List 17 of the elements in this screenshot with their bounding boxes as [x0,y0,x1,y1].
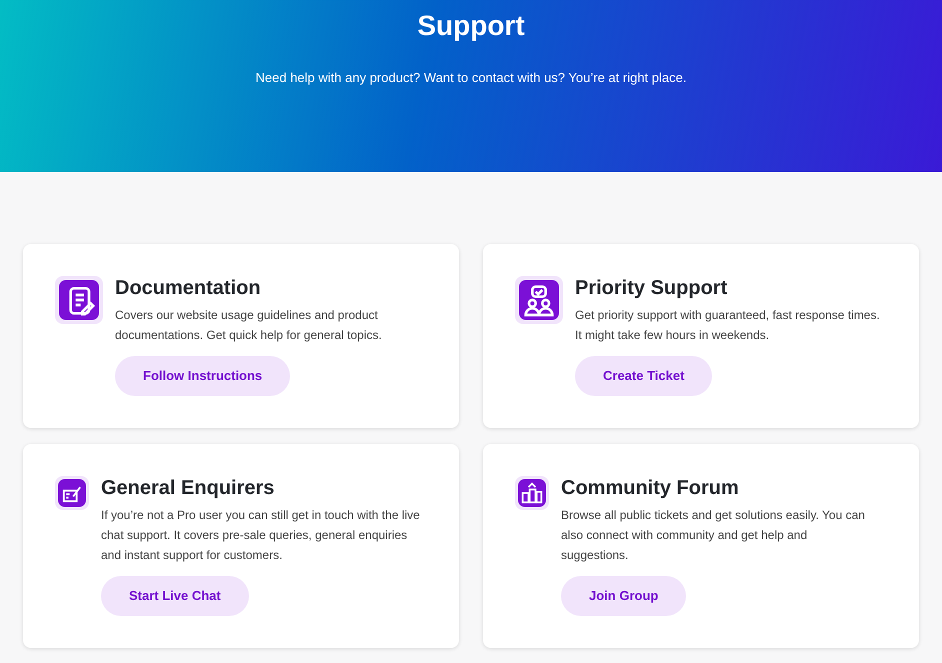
action-button[interactable]: Join Group [561,576,686,616]
action-button[interactable]: Create Ticket [575,356,712,396]
card-title: Documentation [115,276,261,300]
people-icon [515,276,563,324]
card-description: If you’re not a Pro user you can still get in touch with the live chat support. It covers pre-sale queries, general enquiries and instant support for customers. [101,507,420,564]
document-pencil-icon [55,276,103,324]
pen-paper-icon [55,476,89,510]
card-description: Get priority support with guaranteed, fast response times. It might take few hours in weekends. [575,307,880,344]
action-button[interactable]: Start Live Chat [101,576,249,616]
card-title: General Enquirers [101,476,274,500]
page-title: Support [417,9,525,43]
card-description: Browse all public tickets and get solutions easily. You can also connect with community and get help and suggestions. [561,507,865,564]
card-title: Community Forum [561,476,739,500]
card-title: Priority Support [575,276,728,300]
page-subtitle: Need help with any product? Want to contact with us? You’re at right place. [256,69,686,87]
action-button[interactable]: Follow Instructions [115,356,290,396]
card-description: Covers our website usage guidelines and product documentations. Get quick help for general topics. [115,307,382,344]
